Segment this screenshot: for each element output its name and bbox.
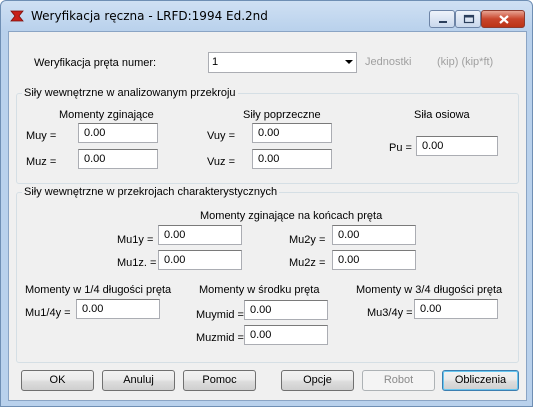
- member-number-value: 1: [212, 56, 219, 68]
- options-button[interactable]: Opcje: [281, 370, 354, 391]
- maximize-icon: [463, 14, 475, 24]
- robot-button[interactable]: Robot: [362, 370, 435, 391]
- pu-label: Pu =: [389, 142, 412, 154]
- quarter-moments-header: Momenty w 1/4 długości pręta: [25, 284, 172, 296]
- muzmid-label: Muzmid =: [196, 332, 244, 344]
- ends-moments-header: Momenty zginające na końcach pręta: [200, 210, 383, 222]
- mu1z-input[interactable]: 0.00: [158, 250, 242, 270]
- mu2y-label: Mu2y =: [289, 234, 326, 246]
- dialog-client-area: Weryfikacja pręta numer: 1 Jednostki (ki…: [8, 31, 527, 401]
- units-label: Jednostki: [365, 56, 412, 68]
- chevron-down-icon: [345, 60, 353, 64]
- mu34y-label: Mu3/4y =: [367, 307, 413, 319]
- mu34y-input[interactable]: 0.00: [414, 299, 498, 319]
- axial-header: Siła osiowa: [414, 109, 470, 121]
- title-bar[interactable]: Weryfikacja ręczna - LRFD:1994 Ed.2nd: [1, 1, 532, 31]
- vuz-label: Vuz =: [207, 156, 236, 168]
- muz-label: Muz =: [26, 156, 57, 168]
- minimize-icon: [439, 21, 447, 23]
- muymid-label: Muymid =: [196, 309, 244, 321]
- close-icon: [499, 15, 509, 24]
- close-button[interactable]: [481, 10, 525, 28]
- ok-button[interactable]: OK: [21, 370, 94, 391]
- mu1z-label: Mu1z. =: [117, 257, 157, 269]
- mu2y-input[interactable]: 0.00: [332, 225, 416, 245]
- analyzed-section-title: Siły wewnętrzne w analizowanym przekroju: [22, 86, 238, 100]
- shear-header: Siły poprzeczne: [243, 109, 321, 121]
- vuy-input[interactable]: 0.00: [252, 123, 332, 143]
- mu14y-input[interactable]: 0.00: [76, 299, 160, 319]
- member-number-label: Weryfikacja pręta numer:: [34, 57, 157, 69]
- mu14y-label: Mu1/4y =: [25, 307, 71, 319]
- muy-label: Muy =: [26, 130, 57, 142]
- units-value: (kip) (kip*ft): [437, 56, 494, 68]
- member-number-select[interactable]: 1: [208, 52, 357, 73]
- mu2z-input[interactable]: 0.00: [332, 250, 416, 270]
- help-button[interactable]: Pomoc: [183, 370, 256, 391]
- mu2z-label: Mu2z =: [289, 257, 326, 269]
- muz-input[interactable]: 0.00: [78, 149, 158, 169]
- robot-app-icon: [10, 10, 24, 22]
- muymid-input[interactable]: 0.00: [244, 300, 328, 320]
- vuy-label: Vuy =: [207, 130, 236, 142]
- mu1y-label: Mu1y =: [117, 234, 154, 246]
- muy-input[interactable]: 0.00: [78, 123, 158, 143]
- minimize-button[interactable]: [429, 10, 455, 28]
- calculations-button[interactable]: Obliczenia: [442, 370, 519, 391]
- characteristic-section-title: Siły wewnętrzne w przekrojach charaktery…: [22, 185, 280, 199]
- dialog-window: Weryfikacja ręczna - LRFD:1994 Ed.2nd We…: [0, 0, 533, 407]
- mu1y-input[interactable]: 0.00: [158, 225, 242, 245]
- vuz-input[interactable]: 0.00: [252, 149, 332, 169]
- maximize-button[interactable]: [455, 10, 481, 28]
- moments-header: Momenty zginające: [59, 109, 154, 121]
- muzmid-input[interactable]: 0.00: [244, 325, 328, 345]
- window-title: Weryfikacja ręczna - LRFD:1994 Ed.2nd: [31, 9, 268, 23]
- mid-moments-header: Momenty w środku pręta: [199, 284, 320, 296]
- cancel-button[interactable]: Anuluj: [102, 370, 175, 391]
- threequarter-moments-header: Momenty w 3/4 długości pręta: [356, 284, 503, 296]
- pu-input[interactable]: 0.00: [416, 136, 498, 156]
